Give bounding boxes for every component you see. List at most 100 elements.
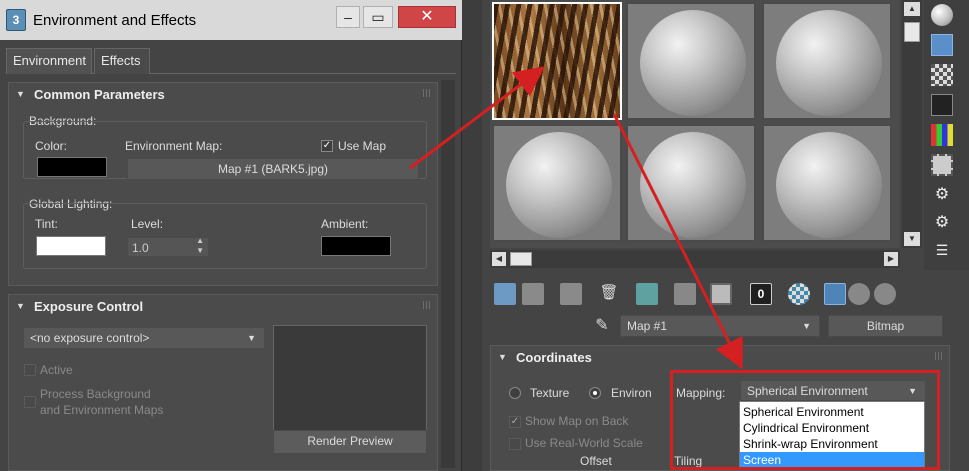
active-label: Active: [40, 363, 73, 377]
sample-sphere: [776, 132, 882, 238]
go-forward-sibling-icon[interactable]: [874, 283, 896, 305]
backlight-icon[interactable]: [931, 34, 953, 56]
use-map-checkbox[interactable]: ✓: [321, 140, 333, 152]
material-navigator-icon[interactable]: ☰: [931, 242, 953, 264]
dialog-scrollbar[interactable]: [441, 80, 455, 468]
tab-environment[interactable]: Environment: [6, 48, 92, 74]
make-unique-icon[interactable]: [636, 283, 658, 305]
select-by-material-icon[interactable]: ⚙: [931, 212, 953, 234]
scroll-thumb[interactable]: [510, 252, 532, 266]
active-checkbox[interactable]: [24, 364, 36, 376]
tint-color-swatch[interactable]: [36, 236, 106, 256]
save-icon[interactable]: [710, 283, 732, 305]
sample-slot[interactable]: [626, 2, 756, 120]
chevron-down-icon: ▼: [247, 333, 256, 343]
tab-effects[interactable]: Effects: [94, 48, 150, 74]
exposure-dropdown-value: <no exposure control>: [30, 331, 150, 345]
process-background-checkbox[interactable]: [24, 396, 36, 408]
color-label: Color:: [35, 139, 68, 153]
show-map-icon[interactable]: [788, 283, 810, 305]
use-real-world-scale-label: Use Real-World Scale: [525, 436, 643, 450]
drag-grip-icon[interactable]: [423, 89, 431, 97]
exposure-preview-window: [273, 325, 427, 447]
annotation-highlight-box: [670, 370, 940, 470]
show-map-on-back-checkbox[interactable]: ✓: [509, 416, 521, 428]
material-toolbar: 🗑 0: [490, 280, 910, 308]
sample-slot[interactable]: [762, 2, 892, 120]
sample-sphere: [640, 10, 746, 116]
put-to-library-icon[interactable]: [674, 283, 696, 305]
level-value: 1.0: [132, 241, 149, 255]
exposure-control-rollout: ▼ Exposure Control <no exposure control>…: [8, 294, 438, 471]
background-color-swatch[interactable]: [37, 157, 107, 177]
app-icon: 3: [6, 9, 26, 31]
texture-radio[interactable]: [509, 387, 521, 399]
scroll-up-icon[interactable]: ▲: [904, 2, 920, 16]
spinner-arrows-icon[interactable]: ▲ ▼: [196, 236, 204, 256]
render-preview-button[interactable]: Render Preview: [273, 430, 427, 454]
sample-sphere: [640, 132, 746, 238]
sample-sphere: [506, 132, 612, 238]
use-map-label: Use Map: [338, 139, 387, 153]
offset-label: Offset: [580, 454, 612, 468]
map-name-field[interactable]: Map #1 ▼: [620, 315, 820, 337]
process-background-label-line1: Process Background: [40, 387, 151, 401]
close-button[interactable]: ✕: [398, 6, 456, 28]
show-map-on-back-label: Show Map on Back: [525, 414, 629, 428]
common-parameters-header[interactable]: ▼ Common Parameters: [9, 83, 437, 107]
collapse-triangle-icon: ▼: [16, 89, 25, 99]
drag-grip-icon[interactable]: [935, 352, 943, 360]
environ-radio[interactable]: [589, 387, 601, 399]
uv-tiling-icon[interactable]: [931, 94, 953, 116]
options-icon[interactable]: ⚙: [931, 184, 953, 206]
maximize-button[interactable]: ▭: [363, 6, 393, 28]
common-parameters-rollout: ▼ Common Parameters Background: Color: E…: [8, 82, 438, 286]
sample-slot[interactable]: [762, 124, 892, 242]
exposure-control-dropdown[interactable]: <no exposure control> ▼: [23, 327, 265, 349]
rollout-title: Common Parameters: [34, 87, 165, 102]
side-toolbar: ⚙ ⚙ ☰: [924, 0, 969, 270]
scroll-right-icon[interactable]: ▶: [884, 252, 898, 266]
tab-bar: Environment Effects: [6, 44, 456, 74]
environment-map-label: Environment Map:: [125, 139, 223, 153]
make-preview-icon[interactable]: [931, 154, 953, 176]
coordinates-header[interactable]: ▼ Coordinates: [491, 346, 949, 370]
scroll-down-icon[interactable]: ▼: [904, 232, 920, 246]
scroll-thumb[interactable]: [904, 22, 920, 42]
slot-vertical-scrollbar[interactable]: ▲ ▼: [902, 0, 922, 248]
use-real-world-scale-checkbox[interactable]: [509, 438, 521, 450]
environment-effects-dialog: 3 Environment and Effects – ▭ ✕ Environm…: [0, 0, 462, 471]
environment-map-button[interactable]: Map #1 (BARK5.jpg): [127, 158, 419, 180]
slot-horizontal-scrollbar[interactable]: ◀ ▶: [490, 250, 900, 268]
material-id-icon[interactable]: 0: [750, 283, 772, 305]
put-to-scene-icon[interactable]: [522, 283, 544, 305]
chevron-down-icon: ▼: [802, 321, 811, 331]
title-bar[interactable]: 3 Environment and Effects – ▭ ✕: [0, 0, 462, 40]
drag-grip-icon[interactable]: [423, 301, 431, 309]
collapse-triangle-icon: ▼: [498, 352, 507, 362]
level-label: Level:: [131, 217, 164, 231]
level-spinner[interactable]: 1.0 ▲ ▼: [127, 236, 209, 257]
sample-slot-grid: [490, 0, 900, 248]
tint-label: Tint:: [35, 217, 58, 231]
rollout-title: Exposure Control: [34, 299, 144, 314]
minimize-button[interactable]: –: [336, 6, 360, 28]
assign-material-icon[interactable]: [560, 283, 582, 305]
sample-slot-bark[interactable]: [492, 2, 622, 120]
scroll-left-icon[interactable]: ◀: [492, 252, 506, 266]
map-type-button[interactable]: Bitmap: [828, 315, 943, 337]
sample-type-icon[interactable]: [931, 4, 953, 26]
video-color-check-icon[interactable]: [931, 124, 953, 146]
exposure-control-header[interactable]: ▼ Exposure Control: [9, 295, 437, 319]
eyedropper-icon[interactable]: ✎: [592, 315, 612, 337]
sample-slot[interactable]: [626, 124, 756, 242]
get-material-icon[interactable]: [494, 283, 516, 305]
go-to-parent-icon[interactable]: [848, 283, 870, 305]
delete-icon[interactable]: 🗑: [598, 283, 620, 305]
environ-label: Environ: [611, 386, 652, 400]
ambient-label: Ambient:: [321, 217, 369, 231]
background-icon[interactable]: [931, 64, 953, 86]
ambient-color-swatch[interactable]: [321, 236, 391, 256]
sample-slot[interactable]: [492, 124, 622, 242]
show-end-result-icon[interactable]: [824, 283, 846, 305]
